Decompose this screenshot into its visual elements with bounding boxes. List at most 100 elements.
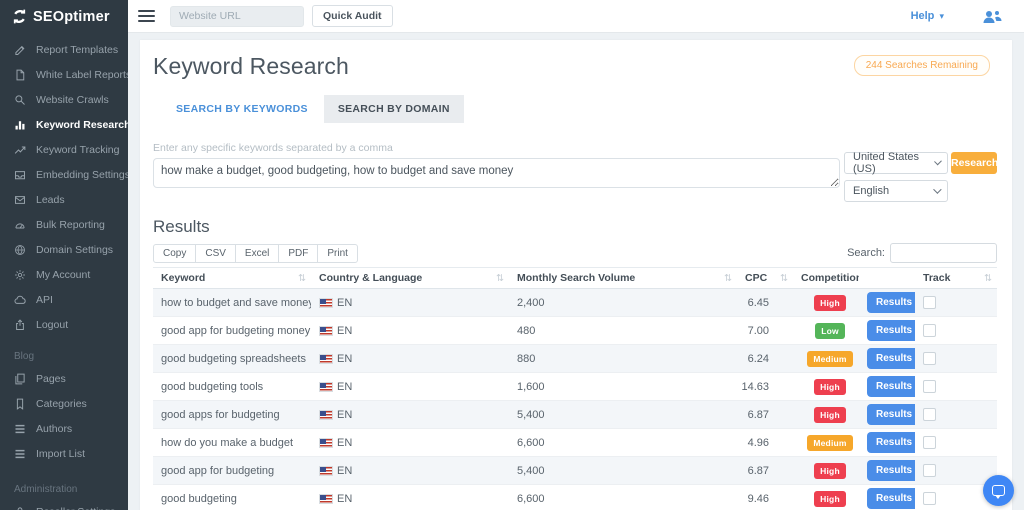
sort-icon[interactable]: ⇅	[496, 273, 504, 284]
sort-icon[interactable]: ⇅	[984, 273, 992, 284]
actions-cell: Results	[859, 432, 915, 453]
sidebar-item-bulk-reporting[interactable]: Bulk Reporting	[0, 212, 128, 237]
sort-icon[interactable]: ⇅	[780, 273, 788, 284]
language-select[interactable]: English	[844, 180, 948, 202]
us-flag-icon	[319, 326, 333, 336]
tab-search-by-keywords[interactable]: SEARCH BY KEYWORDS	[162, 95, 322, 123]
cpc-cell: 9.46	[737, 493, 793, 505]
volume-cell: 5,400	[509, 409, 737, 421]
keyword-cell: how do you make a budget	[153, 437, 311, 449]
chat-widget-button[interactable]	[983, 475, 1014, 506]
actions-cell: Results	[859, 488, 915, 509]
country-language-cell: EN	[311, 409, 509, 421]
export-buttons: Copy CSV Excel PDF Print	[153, 244, 358, 263]
track-checkbox[interactable]	[923, 492, 936, 505]
sidebar-item-keyword-research[interactable]: Keyword Research	[0, 112, 128, 137]
keyword-research-panel: Keyword Research 244 Searches Remaining …	[140, 40, 1012, 510]
cloud-icon	[14, 294, 26, 306]
results-button[interactable]: Results	[867, 292, 915, 313]
competition-badge: High	[814, 491, 846, 507]
column-header-track[interactable]: Track⇅	[915, 272, 997, 284]
column-header-keyword[interactable]: Keyword⇅	[153, 272, 311, 284]
us-flag-icon	[319, 494, 333, 504]
results-button[interactable]: Results	[867, 348, 915, 369]
results-button[interactable]: Results	[867, 488, 915, 509]
column-header-competition[interactable]: Competition	[793, 272, 859, 284]
keyword-cell: good budgeting tools	[153, 381, 311, 393]
track-checkbox[interactable]	[923, 408, 936, 421]
website-url-input[interactable]	[170, 6, 304, 27]
keywords-input[interactable]: how make a budget, good budgeting, how t…	[153, 158, 840, 188]
track-checkbox[interactable]	[923, 352, 936, 365]
list-icon	[14, 448, 26, 460]
sidebar-item-report-templates[interactable]: Report Templates	[0, 37, 128, 62]
volume-cell: 880	[509, 353, 737, 365]
competition-cell: High	[793, 463, 859, 479]
country-select[interactable]: United States (US)	[844, 152, 948, 174]
table-search-input[interactable]	[890, 243, 997, 263]
quick-audit-button[interactable]: Quick Audit	[312, 5, 393, 27]
research-button[interactable]: Research	[951, 152, 997, 174]
track-checkbox[interactable]	[923, 436, 936, 449]
track-cell	[915, 464, 997, 477]
sort-icon[interactable]: ⇅	[724, 273, 732, 284]
file-icon	[14, 69, 26, 81]
sidebar-item-website-crawls[interactable]: Website Crawls	[0, 87, 128, 112]
sidebar-item-reseller-settings[interactable]: Reseller Settings	[0, 499, 128, 510]
actions-cell: Results	[859, 376, 915, 397]
actions-cell: Results	[859, 460, 915, 481]
competition-badge: Medium	[807, 435, 852, 451]
results-button[interactable]: Results	[867, 320, 915, 341]
sidebar-item-api[interactable]: API	[0, 287, 128, 312]
searches-remaining-badge: 244 Searches Remaining	[854, 55, 990, 76]
sidebar-item-my-account[interactable]: My Account	[0, 262, 128, 287]
track-checkbox[interactable]	[923, 380, 936, 393]
competition-badge: Medium	[807, 351, 852, 367]
column-header-cpc[interactable]: CPC⇅	[737, 272, 793, 284]
track-checkbox[interactable]	[923, 296, 936, 309]
keyword-cell: good app for budgeting	[153, 465, 311, 477]
track-cell	[915, 436, 997, 449]
menu-toggle-icon[interactable]	[138, 10, 155, 22]
sidebar-item-white-label-reports[interactable]: White Label Reports	[0, 62, 128, 87]
results-button[interactable]: Results	[867, 432, 915, 453]
search-icon	[14, 94, 26, 106]
results-button[interactable]: Results	[867, 376, 915, 397]
us-flag-icon	[319, 382, 333, 392]
track-checkbox[interactable]	[923, 464, 936, 477]
cpc-cell: 6.87	[737, 409, 793, 421]
column-header-monthly-search-volume[interactable]: Monthly Search Volume⇅	[509, 272, 737, 284]
cpc-cell: 14.63	[737, 381, 793, 393]
print-button[interactable]: Print	[317, 244, 358, 263]
sidebar-item-leads[interactable]: Leads	[0, 187, 128, 212]
help-menu[interactable]: Help ▾	[911, 10, 944, 22]
results-button[interactable]: Results	[867, 460, 915, 481]
tab-search-by-domain[interactable]: SEARCH BY DOMAIN	[324, 95, 464, 123]
excel-button[interactable]: Excel	[235, 244, 279, 263]
gear-icon	[14, 269, 26, 281]
csv-button[interactable]: CSV	[195, 244, 236, 263]
sidebar-item-authors[interactable]: Authors	[0, 416, 128, 441]
copy-button[interactable]: Copy	[153, 244, 196, 263]
sidebar-item-domain-settings[interactable]: Domain Settings	[0, 237, 128, 262]
list-icon	[14, 423, 26, 435]
sidebar-item-keyword-tracking[interactable]: Keyword Tracking	[0, 137, 128, 162]
results-button[interactable]: Results	[867, 404, 915, 425]
volume-cell: 5,400	[509, 465, 737, 477]
sidebar-item-logout[interactable]: Logout	[0, 312, 128, 337]
country-language-cell: EN	[311, 493, 509, 505]
competition-cell: High	[793, 491, 859, 507]
sidebar-item-categories[interactable]: Categories	[0, 391, 128, 416]
volume-cell: 6,600	[509, 437, 737, 449]
pdf-button[interactable]: PDF	[278, 244, 318, 263]
sort-icon[interactable]: ⇅	[298, 273, 306, 284]
sidebar-item-embedding-settings[interactable]: Embedding Settings	[0, 162, 128, 187]
us-flag-icon	[319, 298, 333, 308]
gauge-icon	[14, 219, 26, 231]
brand-logo[interactable]: SEOptimer	[0, 0, 128, 33]
column-header-country-language[interactable]: Country & Language⇅	[311, 272, 509, 284]
track-checkbox[interactable]	[923, 324, 936, 337]
sidebar-item-import-list[interactable]: Import List	[0, 441, 128, 466]
users-icon[interactable]	[982, 8, 1004, 25]
sidebar-item-pages[interactable]: Pages	[0, 366, 128, 391]
